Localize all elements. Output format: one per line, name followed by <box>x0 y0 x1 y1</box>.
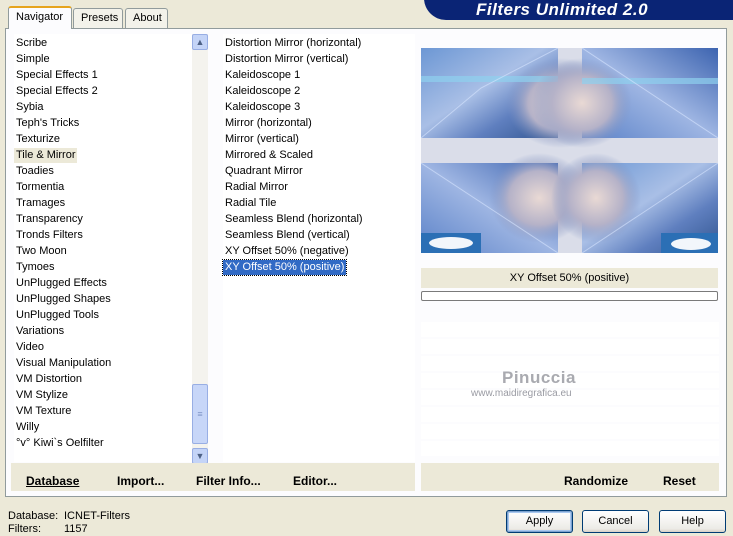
parameter-row <box>421 339 719 354</box>
category-item[interactable]: °v° Kiwi`s Oelfilter <box>14 436 106 451</box>
filter-item[interactable]: Distortion Mirror (vertical) <box>223 52 350 67</box>
scroll-up-button[interactable]: ▲ <box>192 34 208 50</box>
category-item[interactable]: Tronds Filters <box>14 228 85 243</box>
category-item[interactable]: Tormentia <box>14 180 66 195</box>
tab-about[interactable]: About <box>125 8 168 28</box>
filter-item[interactable]: Kaleidoscope 2 <box>223 84 302 99</box>
filter-item[interactable]: Mirror (vertical) <box>223 132 301 147</box>
category-item[interactable]: Two Moon <box>14 244 69 259</box>
filter-item[interactable]: XY Offset 50% (negative) <box>223 244 351 259</box>
category-item[interactable]: Variations <box>14 324 66 339</box>
database-label: Database <box>26 474 80 488</box>
scroll-thumb[interactable]: ≡ <box>192 384 208 444</box>
filter-item[interactable]: Radial Tile <box>223 196 278 211</box>
filter-info-button[interactable]: Filter Info... <box>196 474 261 488</box>
filter-preview-image <box>421 48 718 253</box>
watermark-name: Pinuccia <box>502 368 576 387</box>
status-database-label: Database: <box>8 510 59 522</box>
filter-item[interactable]: Mirror (horizontal) <box>223 116 314 131</box>
app-title: Filters Unlimited 2.0 <box>476 0 649 19</box>
status-filters-label: Filters: <box>8 523 41 535</box>
filter-item[interactable]: Distortion Mirror (horizontal) <box>223 36 363 51</box>
parameter-row <box>421 407 719 422</box>
category-scrollbar[interactable]: ▲ ≡ ▼ <box>192 34 208 464</box>
editor-button[interactable]: Editor... <box>293 474 337 488</box>
category-item[interactable]: Sybia <box>14 100 46 115</box>
category-item[interactable]: VM Distortion <box>14 372 84 387</box>
filter-item[interactable]: Kaleidoscope 1 <box>223 68 302 83</box>
filter-item[interactable]: XY Offset 50% (positive) <box>221 259 348 276</box>
scroll-down-button[interactable]: ▼ <box>192 448 208 464</box>
reset-button[interactable]: Reset <box>663 474 696 488</box>
status-database-value: ICNET-Filters <box>64 510 130 522</box>
category-item[interactable]: Scribe <box>14 36 49 51</box>
parameter-row <box>421 424 719 439</box>
filter-item[interactable]: Radial Mirror <box>223 180 290 195</box>
category-item[interactable]: Simple <box>14 52 52 67</box>
preview-filter-name: XY Offset 50% (positive) <box>509 272 630 284</box>
category-item[interactable]: Toadies <box>14 164 56 179</box>
tab-navigator[interactable]: Navigator <box>8 6 72 29</box>
randomize-button[interactable]: Randomize <box>564 474 628 488</box>
help-button[interactable]: Help <box>659 510 726 533</box>
filter-list[interactable]: Distortion Mirror (horizontal) Distortion… <box>221 34 415 462</box>
category-item[interactable]: Visual Manipulation <box>14 356 113 371</box>
filter-item[interactable]: Mirrored & Scaled <box>223 148 315 163</box>
filter-item[interactable]: Seamless Blend (horizontal) <box>223 212 365 227</box>
category-item[interactable]: Willy <box>14 420 41 435</box>
tab-presets[interactable]: Presets <box>73 8 123 28</box>
category-item[interactable]: UnPlugged Tools <box>14 308 101 323</box>
database-button[interactable]: Database <box>26 474 79 488</box>
status-filters-value: 1157 <box>64 523 88 535</box>
category-item[interactable]: Special Effects 1 <box>14 68 100 83</box>
category-list[interactable]: Scribe Simple Special Effects 1 Special Eff… <box>14 34 192 462</box>
apply-button[interactable]: Apply <box>506 510 573 533</box>
parameter-row <box>421 322 719 337</box>
parameter-row <box>421 441 719 456</box>
category-item[interactable]: Transparency <box>14 212 85 227</box>
category-item[interactable]: Special Effects 2 <box>14 84 100 99</box>
category-item[interactable]: UnPlugged Effects <box>14 276 109 291</box>
import-button[interactable]: Import... <box>117 474 164 488</box>
category-item[interactable]: Video <box>14 340 46 355</box>
filter-item[interactable]: Quadrant Mirror <box>223 164 305 179</box>
category-item[interactable]: Tramages <box>14 196 67 211</box>
watermark-url: www.maidiregrafica.eu <box>471 388 572 399</box>
cancel-button[interactable]: Cancel <box>582 510 649 533</box>
category-item[interactable]: VM Stylize <box>14 388 70 403</box>
filter-item[interactable]: Seamless Blend (vertical) <box>223 228 352 243</box>
category-item[interactable]: Tile & Mirror <box>14 148 78 163</box>
preview-artwork <box>421 48 718 253</box>
chevron-up-icon: ▲ <box>195 37 205 47</box>
category-item[interactable]: VM Texture <box>14 404 73 419</box>
category-item[interactable]: UnPlugged Shapes <box>14 292 113 307</box>
filter-item[interactable]: Kaleidoscope 3 <box>223 100 302 115</box>
category-item[interactable]: Texturize <box>14 132 62 147</box>
grip-icon: ≡ <box>197 409 203 419</box>
category-item[interactable]: Teph's Tricks <box>14 116 81 131</box>
category-item[interactable]: Tymoes <box>14 260 57 275</box>
render-progress-bar <box>421 291 718 301</box>
chevron-down-icon: ▼ <box>195 451 205 461</box>
